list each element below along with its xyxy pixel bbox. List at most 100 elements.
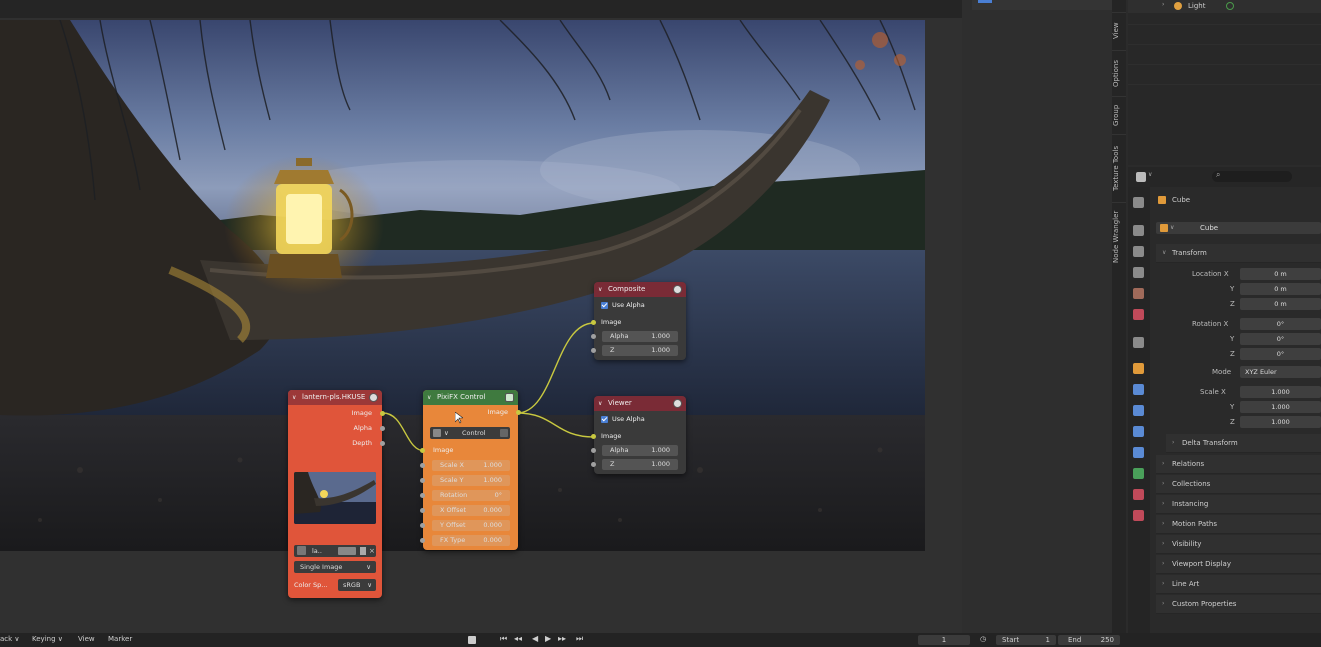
viewport-display-panel[interactable]: › Viewport Display [1156, 555, 1321, 574]
rotation-y-field[interactable]: 0° [1240, 333, 1321, 345]
world-tab-icon[interactable] [1133, 309, 1144, 320]
relations-panel[interactable]: › Relations [1156, 455, 1321, 474]
scale-x-field[interactable]: Scale X 1.000 [432, 460, 510, 471]
auto-keying-icon[interactable] [468, 636, 476, 644]
node-group-icon[interactable] [505, 393, 514, 402]
expand-arrow-icon[interactable]: › [1162, 1, 1164, 8]
properties-search-input[interactable]: ⌕ [1212, 170, 1292, 182]
delta-transform-subpanel[interactable]: › Delta Transform [1166, 434, 1321, 453]
compositor-node-editor[interactable]: ∨ lantern-pls.HKUSE Image Alpha Depth la… [0, 0, 962, 633]
composite-z-field[interactable]: Z 1.000 [602, 345, 678, 356]
material-tab-icon[interactable] [1133, 489, 1144, 500]
collapse-chevron-icon[interactable]: ∨ [598, 396, 602, 411]
pixfx-control-node[interactable]: ∨ PixiFX Control Image ∨ Control Image S… [420, 390, 521, 550]
constraints-tab-icon[interactable] [1133, 447, 1144, 458]
x-offset-socket[interactable] [420, 508, 425, 513]
viewer-alpha-field[interactable]: Alpha 1.000 [602, 445, 678, 456]
composite-z-socket[interactable] [591, 348, 596, 353]
node-group-edit-icon[interactable] [500, 429, 508, 437]
visibility-panel[interactable]: › Visibility [1156, 535, 1321, 554]
instancing-panel[interactable]: › Instancing [1156, 495, 1321, 514]
depth-output-socket[interactable] [380, 441, 385, 446]
physics-tab-icon[interactable] [1133, 426, 1144, 437]
texture-tab-icon[interactable] [1133, 510, 1144, 521]
outliner[interactable]: › Light [1128, 0, 1321, 165]
color-space-dropdown[interactable]: sRGB ∨ [338, 579, 376, 591]
viewer-node[interactable]: ∨ Viewer Use Alpha Image Alpha 1.000 Z 1… [591, 396, 686, 474]
tool-tab-icon[interactable] [1133, 197, 1144, 208]
light-data-icon[interactable] [1226, 2, 1234, 10]
fx-type-socket[interactable] [420, 538, 425, 543]
keying-menu[interactable]: Keying ∨ [32, 635, 63, 643]
viewer-z-field[interactable]: Z 1.000 [602, 459, 678, 470]
tab-group[interactable]: Group [1112, 96, 1126, 133]
location-x-field[interactable]: 0 m [1240, 268, 1321, 280]
pixfx-node-header[interactable]: ∨ PixiFX Control [423, 390, 518, 405]
editor-type-icon[interactable] [1136, 172, 1146, 182]
tab-view[interactable]: View [1112, 12, 1126, 49]
image-users-badge[interactable] [338, 547, 356, 555]
collection-tab-icon[interactable] [1133, 337, 1144, 348]
viewer-z-socket[interactable] [591, 462, 596, 467]
particles-tab-icon[interactable] [1133, 405, 1144, 416]
location-z-field[interactable]: 0 m [1240, 298, 1321, 310]
playback-menu[interactable]: ack ∨ [0, 635, 20, 643]
image-node-header[interactable]: ∨ lantern-pls.HKUSE [288, 390, 382, 405]
rotation-z-field[interactable]: 0° [1240, 348, 1321, 360]
view-menu[interactable]: View [78, 635, 95, 643]
modifier-tab-icon[interactable] [1133, 384, 1144, 395]
collapse-chevron-icon[interactable]: ∨ [598, 282, 602, 297]
transform-panel-header[interactable]: ∨ Transform [1156, 244, 1321, 263]
current-frame-field[interactable]: 1 [918, 635, 970, 645]
object-name-field[interactable]: ∨ Cube [1156, 222, 1321, 234]
viewer-alpha-socket[interactable] [591, 448, 596, 453]
rotation-x-field[interactable]: 0° [1240, 318, 1321, 330]
start-frame-field[interactable]: Start 1 [996, 635, 1056, 645]
properties-editor[interactable]: ∨ ⌕ Cube ∨ Cube ∨ Transform Location X 0… [1128, 167, 1321, 633]
image-node[interactable]: ∨ lantern-pls.HKUSE Image Alpha Depth la… [288, 390, 385, 598]
dropdown-chevron-icon[interactable]: ∨ [1148, 171, 1152, 178]
viewer-node-header[interactable]: ∨ Viewer [594, 396, 686, 411]
collapse-chevron-icon[interactable]: ∨ [292, 390, 296, 405]
rotation-mode-dropdown[interactable]: XYZ Euler [1240, 366, 1321, 378]
composite-node[interactable]: ∨ Composite Use Alpha Image Alpha 1.000 … [591, 282, 686, 360]
outliner-row-light[interactable]: › Light [1128, 0, 1321, 13]
y-offset-field[interactable]: Y Offset 0.000 [432, 520, 510, 531]
scale-x-prop-field[interactable]: 1.000 [1240, 386, 1321, 398]
composite-alpha-socket[interactable] [591, 334, 596, 339]
motion-paths-panel[interactable]: › Motion Paths [1156, 515, 1321, 534]
composite-alpha-field[interactable]: Alpha 1.000 [602, 331, 678, 342]
view-layer-tab-icon[interactable] [1133, 267, 1144, 278]
rotation-socket[interactable] [420, 493, 425, 498]
fx-type-field[interactable]: FX Type 0.000 [432, 535, 510, 546]
collapse-chevron-icon[interactable]: ∨ [427, 390, 431, 405]
tab-node-wrangler[interactable]: Node Wrangler [1112, 202, 1126, 271]
image-output-socket[interactable] [380, 411, 385, 416]
x-offset-field[interactable]: X Offset 0.000 [432, 505, 510, 516]
jump-start-icon[interactable]: ⏮ [500, 634, 507, 644]
scale-y-prop-field[interactable]: 1.000 [1240, 401, 1321, 413]
jump-end-icon[interactable]: ⏭ [576, 634, 583, 644]
composite-image-socket[interactable] [591, 320, 596, 325]
scale-y-field[interactable]: Scale Y 1.000 [432, 475, 510, 486]
fake-user-icon[interactable] [360, 547, 366, 555]
preview-range-clock-icon[interactable]: ◷ [980, 635, 990, 645]
play-reverse-icon[interactable]: ◀ [532, 634, 538, 643]
location-y-field[interactable]: 0 m [1240, 283, 1321, 295]
play-icon[interactable]: ▶ [545, 634, 551, 643]
output-tab-icon[interactable] [1133, 246, 1144, 257]
pixfx-output-socket[interactable] [516, 410, 521, 415]
composite-node-header[interactable]: ∨ Composite [594, 282, 686, 297]
scale-x-socket[interactable] [420, 463, 425, 468]
end-frame-field[interactable]: End 250 [1058, 635, 1120, 645]
y-offset-socket[interactable] [420, 523, 425, 528]
image-browse-icon[interactable] [297, 546, 306, 555]
node-preview-icon[interactable] [369, 393, 378, 402]
next-keyframe-icon[interactable]: ▸▸ [558, 634, 566, 643]
scale-y-socket[interactable] [420, 478, 425, 483]
collections-panel[interactable]: › Collections [1156, 475, 1321, 494]
unlink-icon[interactable]: × [369, 545, 375, 557]
scene-tab-icon[interactable] [1133, 288, 1144, 299]
pixfx-input-socket[interactable] [420, 448, 425, 453]
node-preview-icon[interactable] [673, 285, 682, 294]
